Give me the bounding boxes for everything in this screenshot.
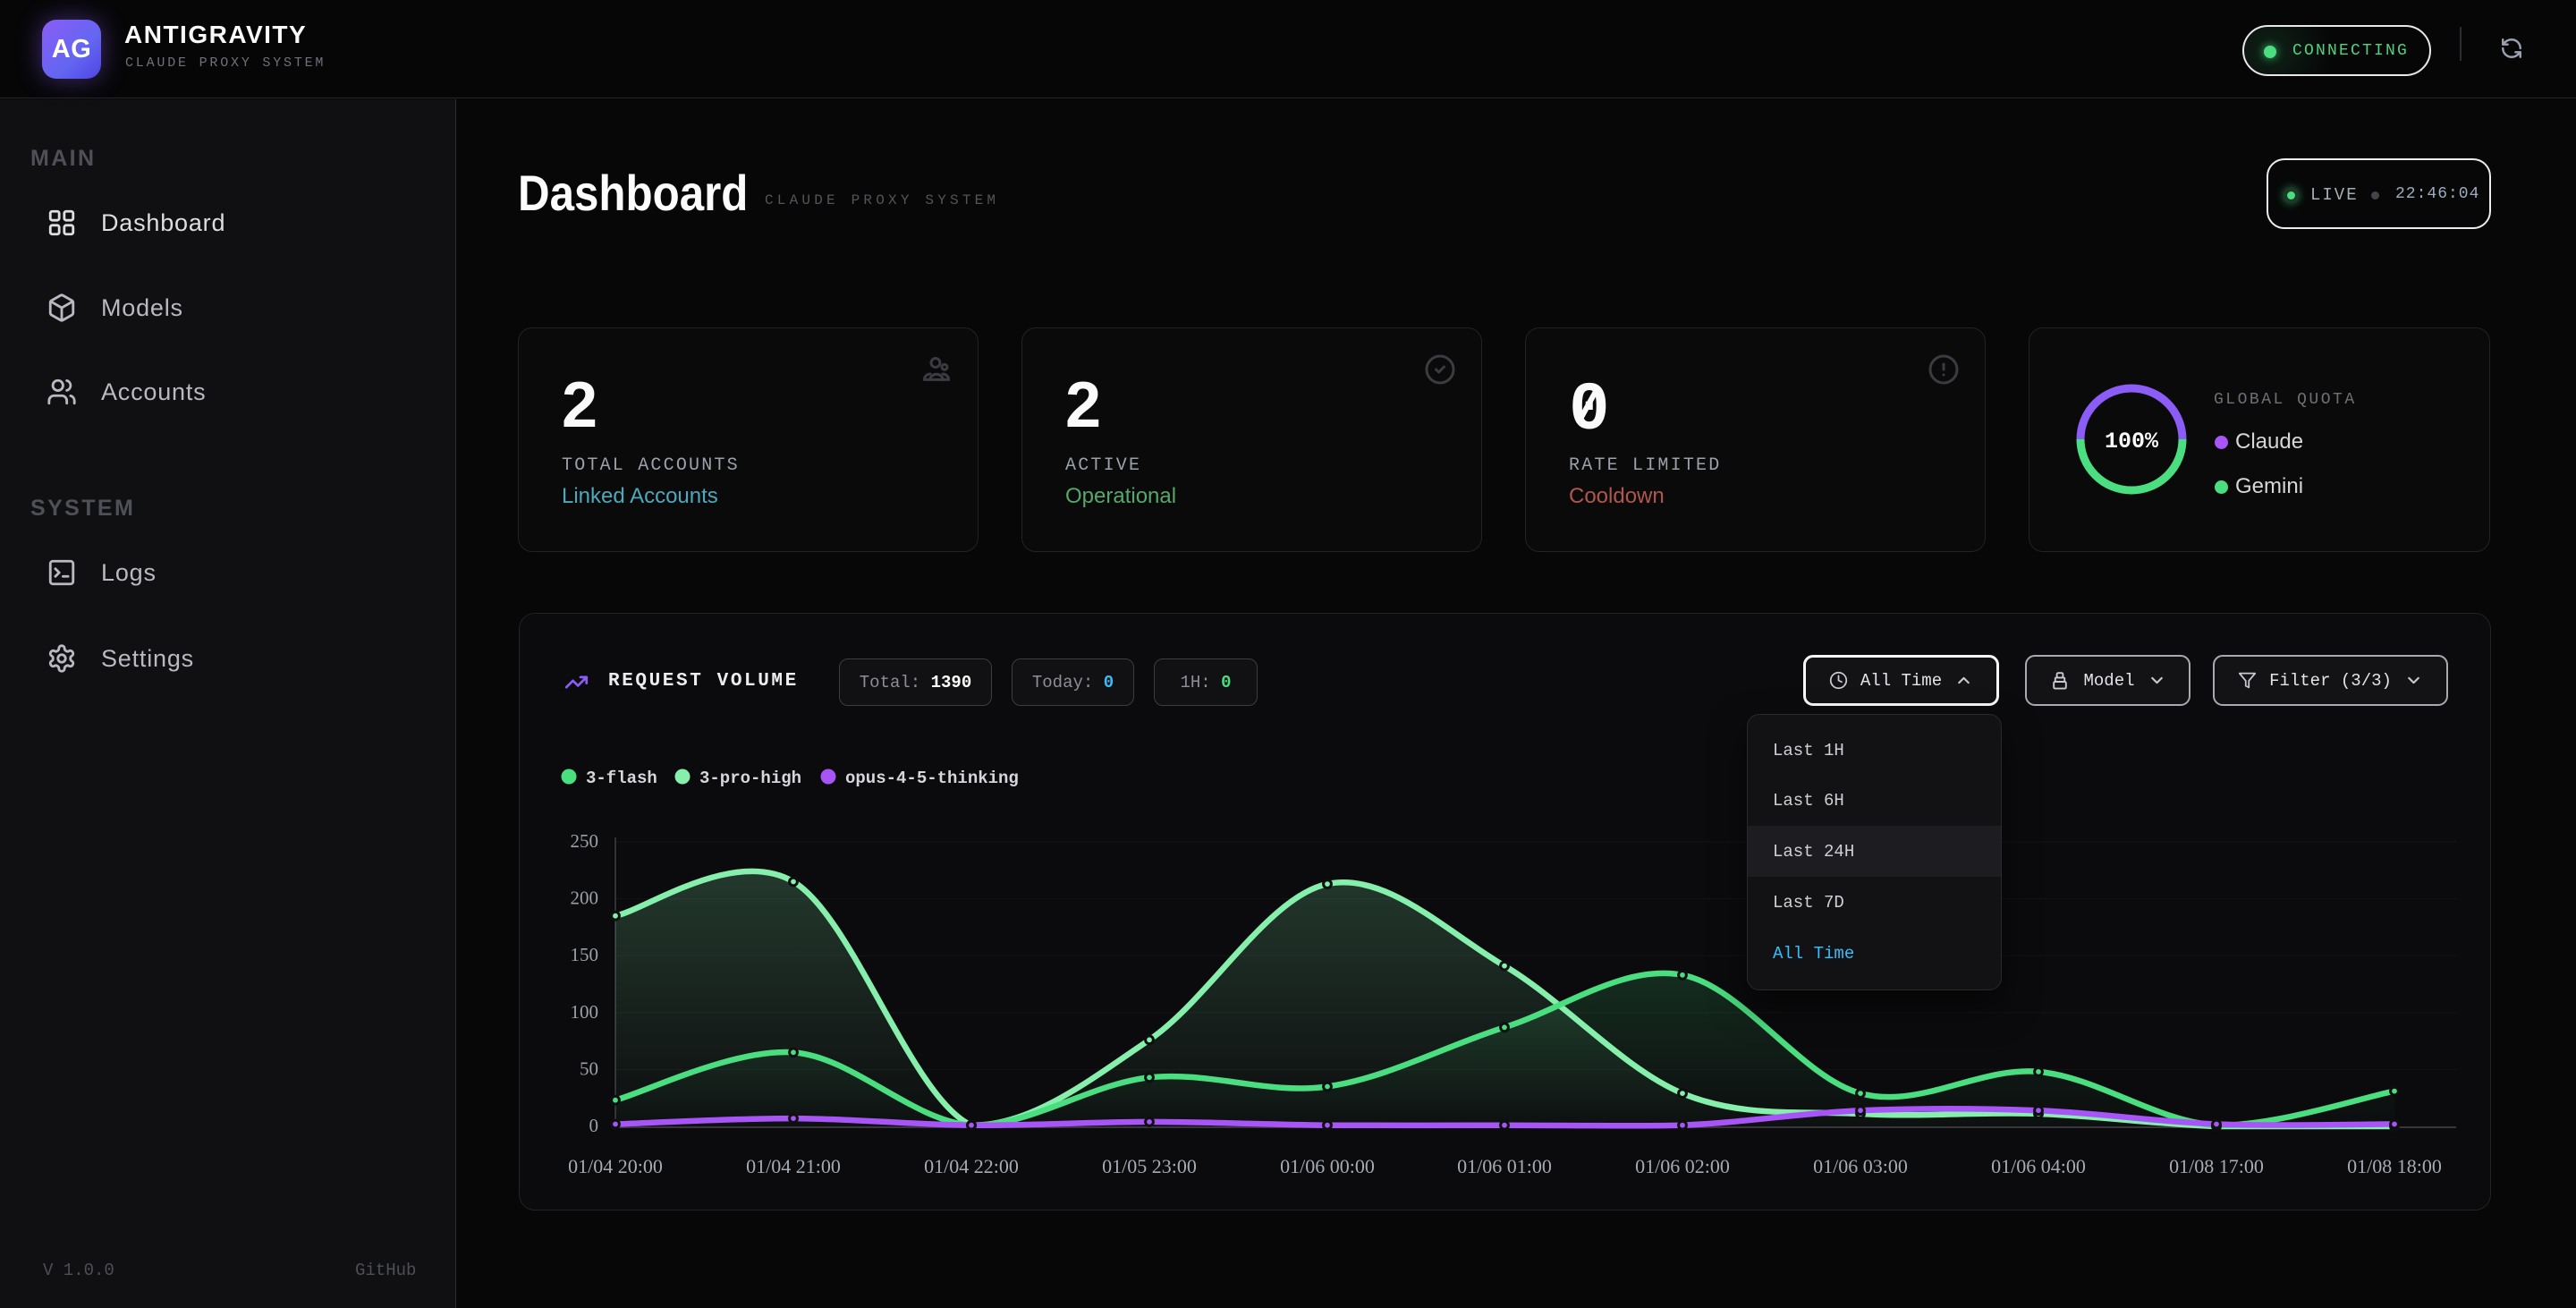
svg-text:200: 200 xyxy=(571,888,599,909)
svg-text:01/05 23:00: 01/05 23:00 xyxy=(1102,1155,1197,1177)
svg-text:250: 250 xyxy=(571,830,599,852)
svg-text:100%: 100% xyxy=(2105,429,2159,454)
svg-text:01/06 00:00: 01/06 00:00 xyxy=(1280,1155,1375,1177)
svg-text:01/08 18:00: 01/08 18:00 xyxy=(2347,1155,2442,1177)
svg-text:01/04 22:00: 01/04 22:00 xyxy=(924,1155,1019,1177)
svg-text:3-pro-high: 3-pro-high xyxy=(699,769,801,788)
svg-text:3-flash: 3-flash xyxy=(586,769,657,788)
svg-text:01/04 20:00: 01/04 20:00 xyxy=(568,1155,663,1177)
svg-text:100: 100 xyxy=(571,1001,599,1023)
svg-text:0: 0 xyxy=(1569,372,1610,449)
svg-text:01/06 04:00: 01/06 04:00 xyxy=(1991,1155,2086,1177)
svg-text:0: 0 xyxy=(589,1115,599,1136)
svg-text:opus-4-5-thinking: opus-4-5-thinking xyxy=(845,769,1019,788)
svg-text:01/06 01:00: 01/06 01:00 xyxy=(1457,1155,1552,1177)
svg-text:01/06 03:00: 01/06 03:00 xyxy=(1813,1155,1908,1177)
svg-text:50: 50 xyxy=(580,1057,598,1079)
svg-text:01/06 02:00: 01/06 02:00 xyxy=(1635,1155,1730,1177)
svg-text:01/04 21:00: 01/04 21:00 xyxy=(746,1155,841,1177)
svg-text:01/08 17:00: 01/08 17:00 xyxy=(2169,1155,2264,1177)
svg-text:150: 150 xyxy=(571,944,599,965)
